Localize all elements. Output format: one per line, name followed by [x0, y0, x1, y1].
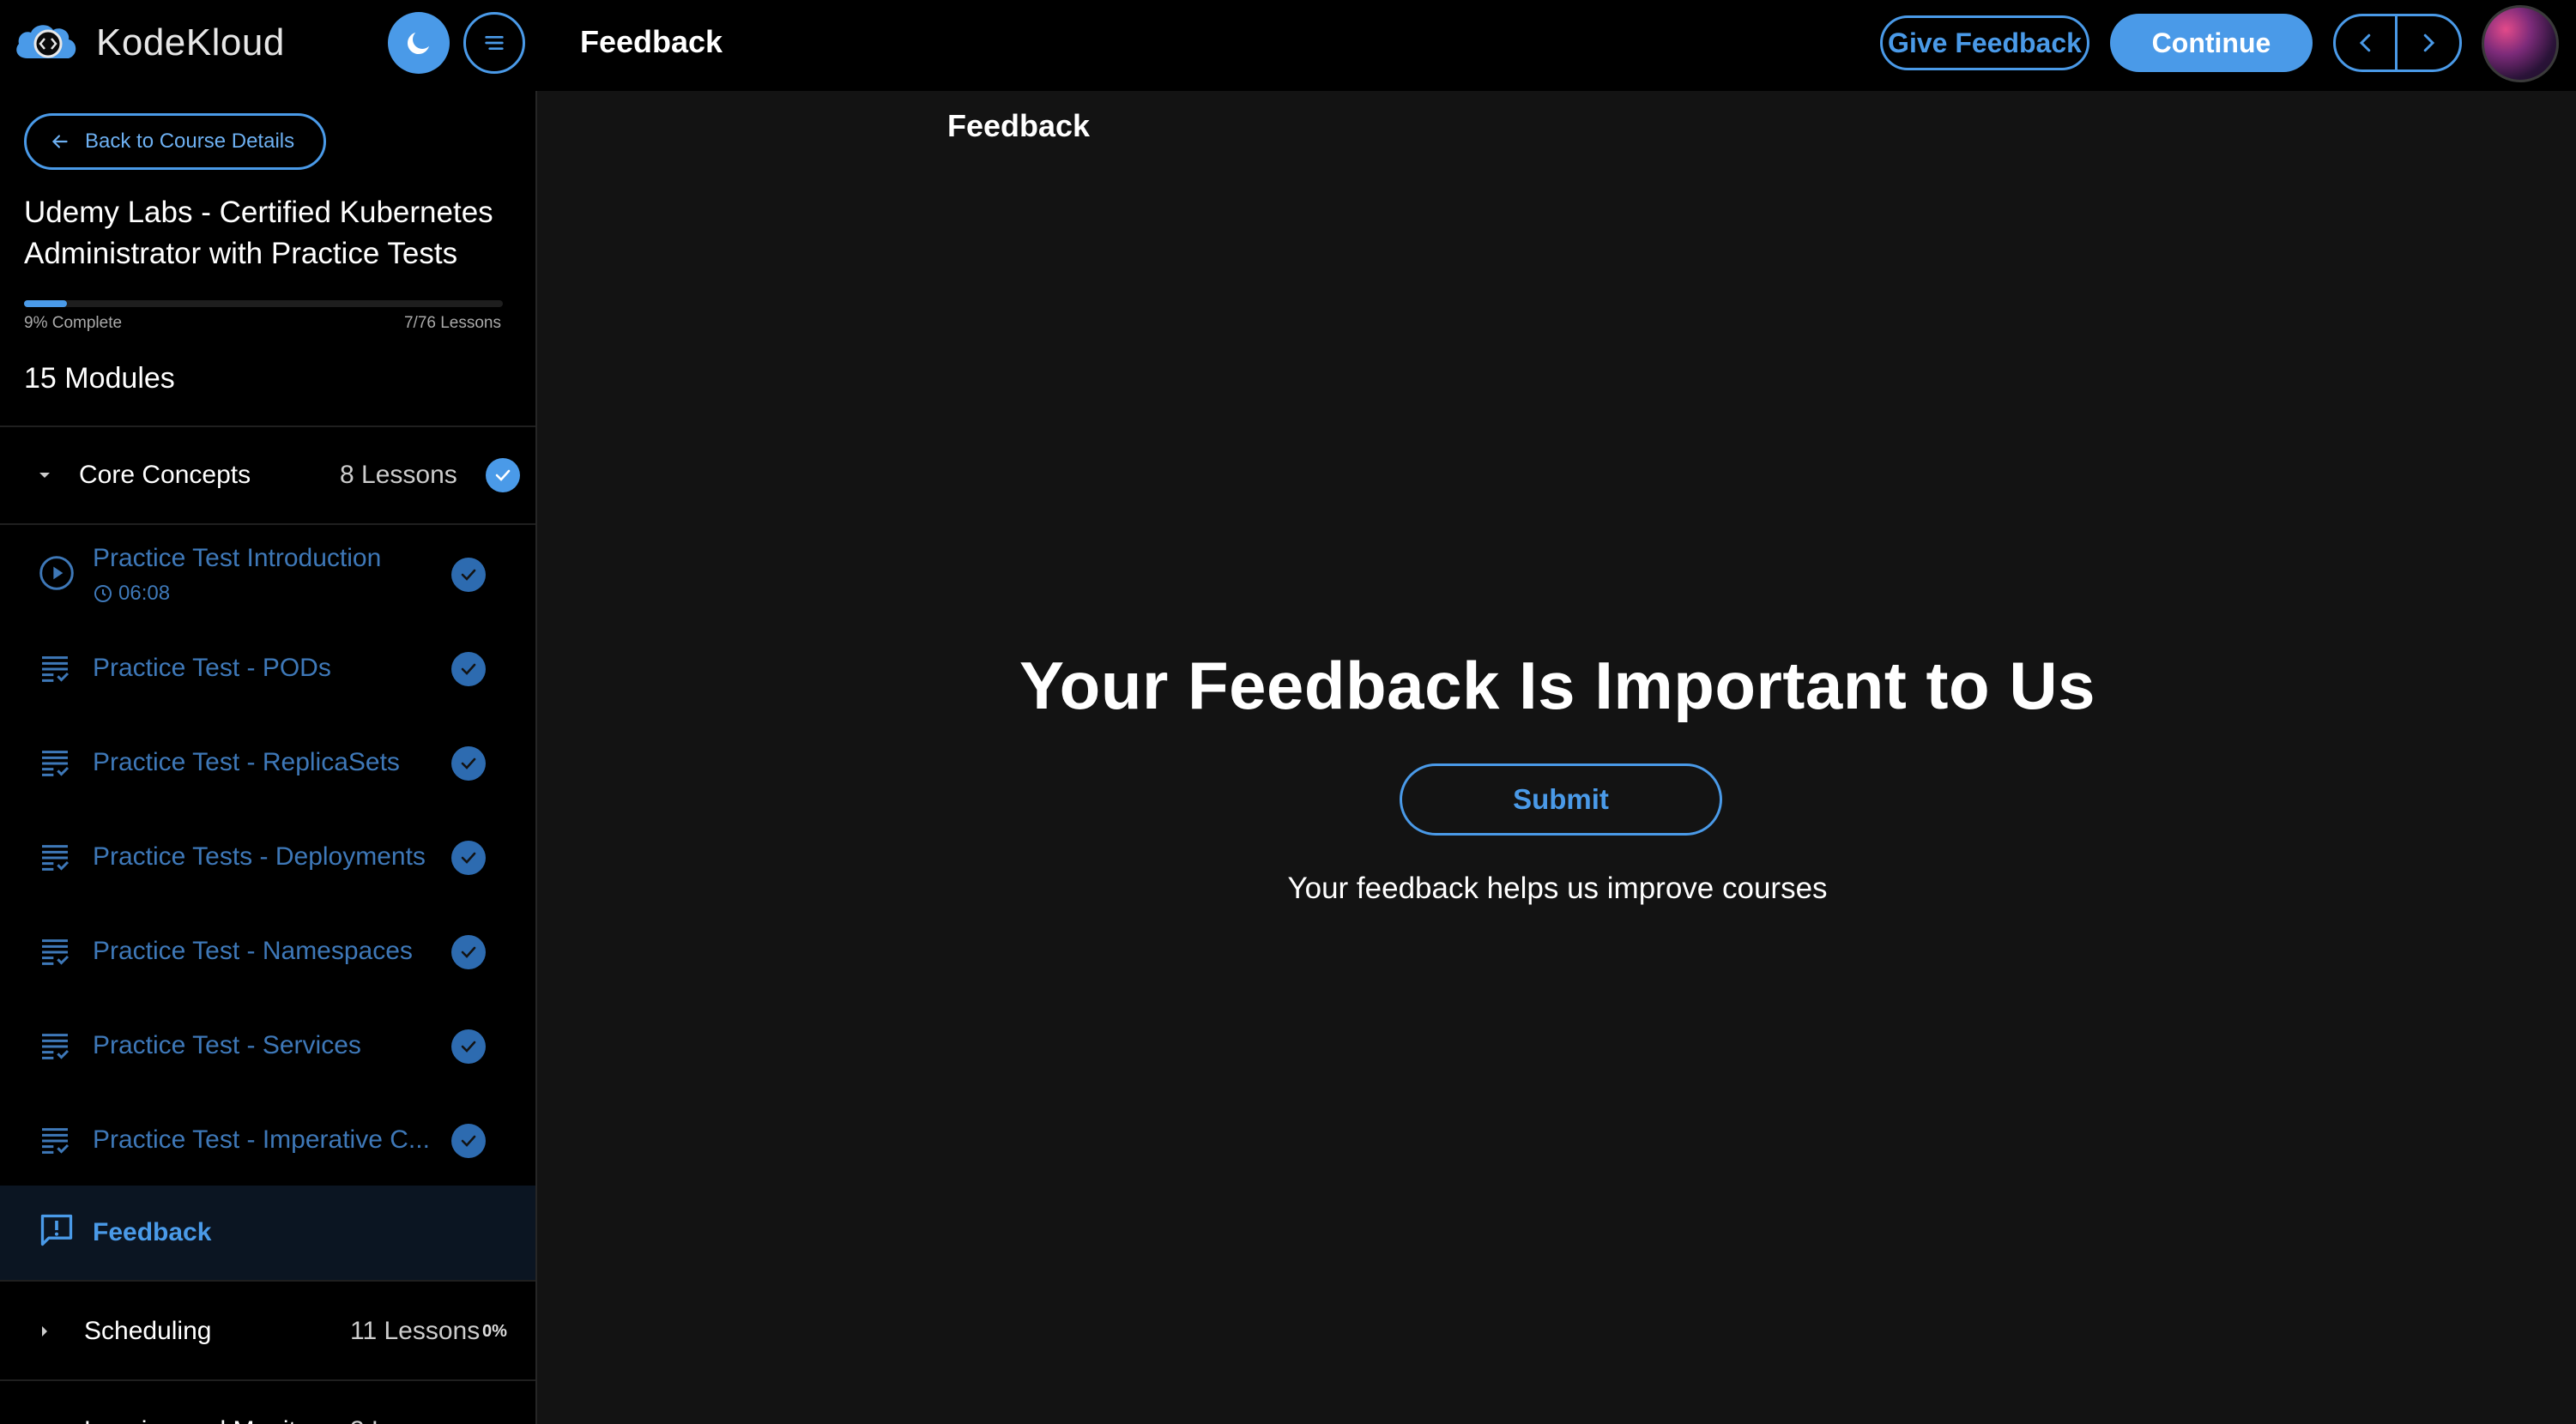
lab-list-icon	[42, 1034, 70, 1059]
divider	[0, 523, 535, 525]
check-icon	[461, 757, 476, 769]
module-progress: 0%	[482, 1421, 507, 1424]
feedback-icon	[40, 1214, 73, 1246]
lesson-practice-test-replicasets[interactable]: Practice Test - ReplicaSets	[0, 715, 535, 810]
moon-icon	[407, 33, 429, 55]
check-icon	[461, 1041, 476, 1053]
lesson-complete-badge	[451, 746, 486, 781]
lesson-practice-test-imperative-commands[interactable]: Practice Test - Imperative C...	[0, 1093, 535, 1187]
check-icon	[461, 946, 476, 958]
back-to-course-button[interactable]: Back to Course Details	[24, 113, 326, 170]
top-bar: KodeKloud Feedback Give Feedback Continu…	[0, 0, 2576, 91]
content-heading: Feedback	[947, 108, 1091, 143]
lesson-name: Practice Test Introduction	[93, 544, 382, 572]
lesson-complete-badge	[451, 841, 486, 875]
module-name: Scheduling	[84, 1317, 212, 1345]
modules-count: 15 Modules	[24, 362, 175, 395]
page-title: Feedback	[580, 24, 723, 59]
clock-icon	[94, 585, 112, 602]
lesson-duration-text: 06:08	[118, 582, 171, 605]
module-name: Core Concepts	[79, 461, 251, 489]
lesson-name: Practice Test - ReplicaSets	[93, 748, 400, 776]
module-lessons-count: 3 Lessons	[350, 1416, 468, 1424]
lab-list-icon	[42, 1128, 70, 1154]
lesson-practice-test-pods[interactable]: Practice Test - PODs	[0, 621, 535, 715]
course-progress-fill	[24, 300, 68, 307]
divider	[0, 1280, 535, 1282]
lesson-name: Practice Test - Imperative C...	[93, 1125, 430, 1154]
lab-list-icon	[42, 939, 70, 965]
divider	[0, 1379, 535, 1381]
course-title: Udemy Labs - Certified Kubernetes Admini…	[24, 196, 493, 270]
caret-down-icon	[39, 473, 50, 478]
previous-lesson-button[interactable]	[2336, 16, 2398, 69]
lesson-name: Practice Test - PODs	[93, 654, 331, 682]
module-scheduling[interactable]: Scheduling 11 Lessons 0%	[0, 1283, 535, 1379]
back-button-label: Back to Course Details	[85, 130, 295, 153]
lesson-duration: 06:08	[93, 582, 170, 606]
module-name: Logging and Monito...	[84, 1416, 332, 1424]
submit-feedback-button[interactable]: Submit	[1400, 763, 1722, 836]
module-core-concepts[interactable]: Core Concepts 8 Lessons	[0, 427, 535, 523]
next-lesson-button[interactable]	[2398, 16, 2459, 69]
lesson-name: Practice Test - Services	[93, 1031, 361, 1059]
lesson-practice-test-introduction[interactable]: Practice Test Introduction 06:08	[0, 527, 535, 621]
lesson-practice-test-services[interactable]: Practice Test - Services	[0, 999, 535, 1093]
check-icon	[461, 569, 476, 581]
module-complete-badge	[486, 458, 520, 492]
lab-list-icon	[42, 845, 70, 871]
lab-list-icon	[42, 751, 70, 776]
lesson-complete-badge	[451, 1124, 486, 1158]
module-lessons-count: 11 Lessons	[350, 1317, 481, 1345]
chevron-right-icon	[2423, 33, 2435, 52]
kodekloud-logo[interactable]: KodeKloud	[12, 17, 285, 69]
caret-right-icon	[34, 1421, 55, 1424]
menu-button[interactable]	[463, 12, 525, 74]
check-icon	[495, 469, 511, 481]
lesson-complete-badge	[451, 558, 486, 592]
main-content: Feedback Your Feedback Is Important to U…	[539, 91, 2576, 1424]
lesson-complete-badge	[451, 935, 486, 969]
lesson-practice-tests-deployments[interactable]: Practice Tests - Deployments	[0, 810, 535, 904]
dark-mode-toggle[interactable]	[388, 12, 450, 74]
lesson-nav	[2333, 14, 2462, 72]
lab-list-icon	[42, 656, 70, 682]
feedback-title: Your Feedback Is Important to Us	[1019, 648, 2096, 723]
module-lessons-count: 8 Lessons	[340, 461, 457, 489]
play-circle-icon	[39, 556, 74, 590]
check-icon	[461, 1135, 476, 1147]
progress-lessons: 7/76 Lessons	[403, 314, 501, 332]
lesson-complete-badge	[451, 652, 486, 686]
lesson-name: Practice Test - Namespaces	[93, 937, 413, 965]
module-logging-and-monitoring[interactable]: Logging and Monito... 3 Lessons 0%	[0, 1383, 535, 1424]
check-icon	[461, 852, 476, 864]
check-icon	[461, 663, 476, 675]
user-avatar[interactable]	[2482, 5, 2559, 82]
lesson-name: Practice Tests - Deployments	[93, 842, 426, 871]
module-progress: 0%	[482, 1321, 507, 1341]
menu-icon	[485, 35, 504, 50]
course-sidebar: Back to Course Details Udemy Labs - Cert…	[0, 91, 537, 1424]
lesson-complete-badge	[451, 1029, 486, 1064]
arrow-left-icon	[51, 135, 68, 148]
lesson-name: Feedback	[93, 1218, 212, 1246]
kodekloud-logo-icon	[16, 25, 76, 58]
feedback-note: Your feedback helps us improve courses	[1287, 872, 1828, 905]
lesson-feedback[interactable]: Feedback	[0, 1186, 535, 1280]
give-feedback-button[interactable]: Give Feedback	[1880, 15, 2089, 70]
course-progress-bar	[24, 300, 503, 307]
caret-right-icon	[42, 1326, 47, 1337]
logo-text: KodeKloud	[96, 21, 285, 63]
progress-percent: 9% Complete	[24, 314, 123, 332]
lesson-practice-test-namespaces[interactable]: Practice Test - Namespaces	[0, 904, 535, 999]
chevron-left-icon	[2359, 33, 2370, 52]
continue-button[interactable]: Continue	[2110, 14, 2313, 72]
